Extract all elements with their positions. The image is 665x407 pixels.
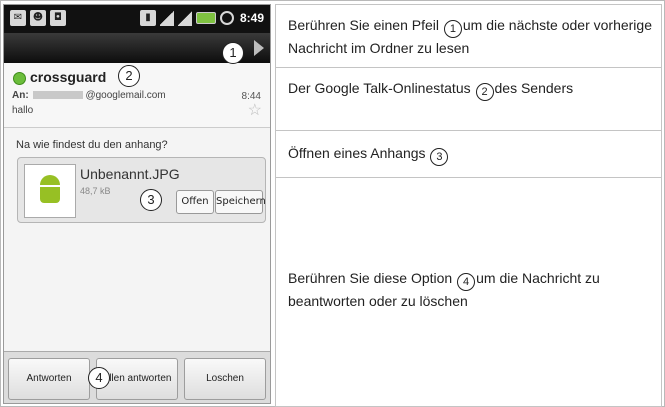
- star-icon[interactable]: ☆: [248, 103, 262, 119]
- bag-icon: ◘: [50, 10, 66, 26]
- legend-row-1: Berühren Sie einen Pfeil 1 um die nächste…: [275, 4, 662, 67]
- redacted-address: [33, 91, 84, 100]
- attachment-name: Unbenannt.JPG: [80, 166, 180, 182]
- legend-callout-3: 3: [430, 148, 449, 166]
- online-status-icon: [13, 72, 26, 85]
- legend-text-2: Der Google Talk-Onlinestatus 2 des Sender…: [288, 78, 608, 101]
- legend-callout-2: 2: [475, 83, 494, 101]
- callout-3: 3: [140, 189, 162, 211]
- legend-text-1: Berühren Sie einen Pfeil 1 um die nächste…: [288, 17, 652, 56]
- callout-4: 4: [88, 367, 110, 389]
- legend-text-3: Öffnen eines Anhangs 3: [288, 143, 658, 166]
- to-label: An:: [12, 90, 29, 101]
- attachment-size: 48,7 kB: [80, 186, 111, 196]
- phone-screen: ✉ ☻ ◘ ▮ 8:49 crossguard An: @googlemail.…: [3, 4, 271, 404]
- recipient-row: An: @googlemail.com: [12, 90, 166, 101]
- callout-1: 1: [222, 42, 244, 64]
- attachment-thumbnail[interactable]: [24, 164, 76, 218]
- alarm-icon: [219, 11, 234, 25]
- sender-name[interactable]: crossguard: [30, 69, 106, 85]
- signal-icon: [177, 10, 192, 26]
- battery-icon: [195, 12, 216, 24]
- mail-icon: ✉: [10, 10, 26, 26]
- legend-text-4: Berühren Sie diese Option 4 um die Nachri…: [288, 270, 600, 309]
- legend-callout-4: 4: [457, 273, 476, 291]
- status-bar: ✉ ☻ ◘ ▮ 8:49: [4, 5, 270, 33]
- delete-button[interactable]: Loschen: [184, 358, 266, 400]
- reply-button[interactable]: Antworten: [8, 358, 90, 400]
- android-icon: [38, 175, 62, 203]
- sim-icon: ▮: [139, 10, 156, 26]
- legend-callout-1: 1: [443, 20, 462, 38]
- save-attachment-button[interactable]: Speichern: [215, 190, 266, 214]
- legend-table: Berühren Sie einen Pfeil 1 um die nächste…: [275, 4, 662, 407]
- legend-row-3: Öffnen eines Anhangs 3: [275, 130, 662, 177]
- message-body: Na wie findest du den anhang?: [16, 139, 168, 151]
- bottom-action-bar: Antworten Allen antworten Loschen: [4, 351, 270, 403]
- signal-icon: [159, 10, 174, 26]
- to-address: @googlemail.com: [85, 90, 166, 101]
- legend-row-4: Berühren Sie diese Option 4 um die Nachri…: [275, 177, 662, 407]
- message-subject: hallo: [12, 105, 34, 116]
- callout-2: 2: [118, 65, 140, 87]
- legend-row-2: Der Google Talk-Onlinestatus 2 des Sender…: [275, 67, 662, 130]
- contact-icon: ☻: [30, 10, 46, 26]
- attachment-card: Unbenannt.JPG 48,7 kB Offen Speichern: [17, 157, 266, 223]
- open-attachment-button[interactable]: Offen: [176, 190, 214, 214]
- next-message-arrow-icon[interactable]: [254, 40, 264, 56]
- status-time: 8:49: [239, 11, 264, 25]
- message-time: 8:44: [241, 91, 261, 102]
